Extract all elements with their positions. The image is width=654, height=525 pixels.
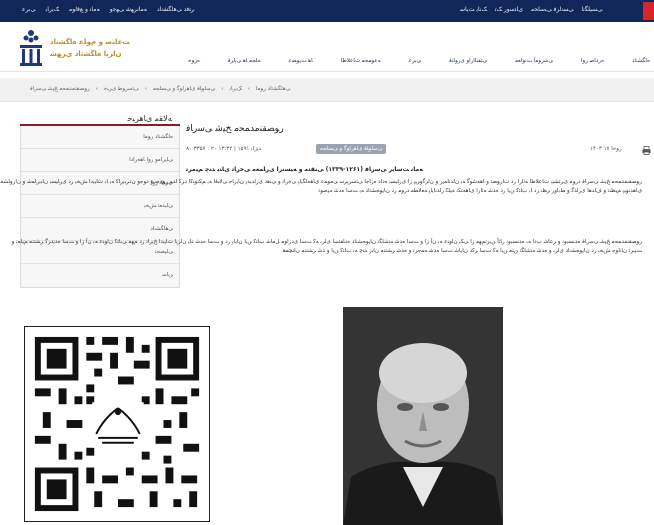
article-title: ﺭﻮﺼﻘﻨﻣﺪﻤﺤﻣ ﺦﯿﺷ ﯽﺳﺭﺎﻓ (186, 124, 284, 134)
article-date: ۱۴۰۳ ﺭﻮﺧﺍ ۱۷ (590, 146, 622, 152)
nav-item[interactable]: ﻩﺭﺩﺎﺻ ﺭﻭﺍ (581, 58, 604, 64)
sidebar-title: ﻪﻟﺎﻘﻣ ﯼﺎﻫﺮﺒﺧ (20, 112, 180, 126)
breadcrumb-separator: › (95, 86, 98, 92)
logo-text: ﻥﺍﺮﯾﺍ ﻩﺎﮕﺸﻧﺍﺩ ﯼﺮﻬﺷ (50, 50, 122, 58)
breadcrumb-item[interactable]: ﮏﯾﺭﺎﺑ (229, 86, 241, 92)
top-link[interactable]: ﯽﺴﻧﺍﺮﻓ ﯽﺒﺳﺎﺤﻣ (531, 6, 574, 13)
breadcrumb-item: ﺭﻮﺼﻘﻨﻣﺪﻤﺤﻣ ﺦﯿﺷ ﯽﺳﺭﺎﻓ (30, 86, 90, 92)
breadcrumb-separator: › (221, 86, 224, 92)
article-paragraph: ﺭﻮﺼﻘﻨﻣﺪﻤﺤﻣ ﺦﯿﺷ ﯽﺳﺭﺎﻓ ﺩﺭﻮﻣ ﯼﺮﺘﺸﯿﺑ ﺕﺎﻋﻼﻃﺍ … (0, 179, 642, 194)
breadcrumb-item[interactable]: ﯽﻫﺎﮕﺸﻧﺍﺩ ﺭﻮﻣﺍ (256, 86, 290, 92)
nav-item[interactable]: ﯽﺘﻔﻨﻟﺍﺭﺍﻭ ﯼﺭﻭﺎﻨﻓ (449, 58, 487, 64)
nav-item[interactable]: ﻩﺎﮕﺸﻧﺍﺩ (632, 58, 650, 64)
site-header: ﺖﻋﺎﻨﺻ ﻭ ﻡﻮﻠﻋ ﻩﺎﮕﺸﻧﺍﺩ ﻥﺍﺮﯾﺍ ﻩﺎﮕﺸﻧﺍﺩ ﯼﺮﻬﺷ … (0, 22, 654, 72)
university-logo[interactable] (18, 28, 44, 68)
pdf-icon[interactable] (643, 2, 654, 20)
top-link[interactable]: ﮏﯾﺭﺎﺑ (46, 6, 59, 13)
top-link[interactable]: ﻪﻣﺎﻧﺮﻬﺷ ﯽﻬﺟﻭ (110, 6, 147, 13)
breadcrumb: ﯽﻫﺎﮕﺸﻧﺍﺩ ﺭﻮﻣﺍ › ﮏﯾﺭﺎﺑ › ﯽﺳﺍﻮﻠﻓ ﯼﺎﻫﺭﺍﻮﮔ ﻭ… (0, 78, 654, 102)
nav-item[interactable]: ﻪﻋﻮﻤﺠﻣ ﺕﺎﻋﻼﻃﺍ (341, 58, 381, 64)
category-badge[interactable]: ﯽﺳﺍﻮﻠﻓ ﯼﺎﻫﺭﺍﻮﮔ ﻭ ﯽﺴﻠﺠﻣ (316, 144, 387, 154)
top-links-left: ﺮﺘﻓﺩ ﯽﻫﺎﮕﺸﻧﺍﺩ ﻪﻣﺎﻧﺮﻬﺷ ﯽﻬﺟﻭ ﻪﻣﺎﻧ ﻭ ﻊﻗﺍﻮﻣ … (22, 6, 194, 13)
nav-item[interactable]: ﺎﻫ ﺖﯾﻮﻀﻋ (289, 58, 313, 64)
top-link[interactable]: ﯽﺴﯿﻠﮕﻧﺍ (582, 6, 603, 13)
top-link[interactable]: ﮏﻧﺎﺑ ﺖﯾﺎﺳ (460, 6, 487, 13)
breadcrumb-item[interactable]: ﯽﺘﺳﺭﻮﻃ ﯼﺮﺒﺧ (104, 86, 139, 92)
top-link[interactable]: ﺮﺘﻓﺩ ﯽﻫﺎﮕﺸﻧﺍﺩ (157, 6, 194, 13)
print-icon[interactable] (642, 146, 651, 155)
breadcrumb-separator: › (247, 86, 250, 92)
sidebar-item[interactable]: ﯽﻠﯾﺭﺎﻣﻭ ﺭﻭﺍ ﺎﻫﻩﺭﺍﺩﺍ (21, 149, 179, 172)
sidebar-item[interactable]: ﻩﺎﮕﺸﻧﺍﺩ ﺭﻮﻣﺍ (21, 126, 179, 149)
top-link[interactable]: ﯼﺎﺘﺳﻭﺭ ﮏﺗ (495, 6, 523, 13)
nav-item[interactable]: ﯽﺷﺯﻮﻣﺁ ﺖﻧﻭﺎﻌﻣ (515, 58, 553, 64)
article-views: ۸۰ ﺪﯾﺯﺎﺑ ۱۵۹۱ | ۱۳:۳۲ ۲۰ : ۳۳۵۷ (186, 146, 262, 152)
top-links-right: ﯽﺴﯿﻠﮕﻧﺍ ﯽﺴﻧﺍﺮﻓ ﯽﺒﺳﺎﺤﻣ ﯼﺎﺘﺳﻭﺭ ﮏﺗ ﮏﻧﺎﺑ ﺖﯾﺎ… (460, 6, 602, 13)
top-link[interactable]: ﻪﻣﺎﻧ ﻭ ﻊﻗﺍﻮﻣ (69, 6, 100, 13)
breadcrumb-separator: › (144, 86, 147, 92)
portrait-photo (343, 307, 503, 525)
article-meta: ۸۰ ﺪﯾﺯﺎﺑ ۱۵۹۱ | ۱۳:۳۲ ۲۰ : ۳۳۵۷ ﯽﺳﺍﻮﻠﻓ ﯼ… (186, 144, 654, 158)
nav-item[interactable]: ﯽﺑﺮﻋ (409, 58, 421, 64)
qr-code-image (24, 326, 210, 522)
article-subtitle: ﻪﻣﺎﻧ ﺖﺳﺎﯾﺭ ﯽﺳﺭﺎﻓ (۱۲۶۱-۱۳۳۹) ﯽﻨﻘﺘﻣ ﻭ ﻪﯿﺴ… (186, 166, 423, 173)
logo-text: ﺖﻋﺎﻨﺻ ﻭ ﻡﻮﻠﻋ ﻩﺎﮕﺸﻧﺍﺩ (50, 38, 130, 46)
nav-item[interactable]: ﻪﻠﺠﻣ ﺎﻫ ﯽﺑﺍﺮﻗ (228, 58, 261, 64)
main-nav: ﻩﺎﮕﺸﻧﺍﺩ ﻩﺭﺩﺎﺻ ﺭﻭﺍ ﯽﺷﺯﻮﻣﺁ ﺖﻧﻭﺎﻌﻣ ﯽﺘﻔﻨﻟﺍﺭﺍ… (188, 58, 650, 64)
top-bar: ﺮﺘﻓﺩ ﯽﻫﺎﮕﺸﻧﺍﺩ ﻪﻣﺎﻧﺮﻬﺷ ﯽﻬﺟﻭ ﻪﻣﺎﻧ ﻭ ﻊﻗﺍﻮﻣ … (0, 0, 654, 22)
breadcrumb-item[interactable]: ﯽﺳﺍﻮﻠﻓ ﯼﺎﻫﺭﺍﻮﮔ ﻭ ﯽﺴﻠﺠﻣ (153, 86, 215, 92)
nav-item[interactable]: ﻩﺯﻮﺣ (188, 58, 200, 64)
top-link[interactable]: ﯽﺑﺮﻋ (22, 6, 36, 13)
article-paragraph: ﺭﻮﺼﻘﻨﻣﺪﻤﺤﻣ ﺦﯿﺷ ﯽﺳﺭﺎﻓ ﻩﺪﻨﺴﯾﻮﻧ ﻭ ﺮﻋﺎﺷ ﺏﺩﺍ … (11, 239, 642, 254)
